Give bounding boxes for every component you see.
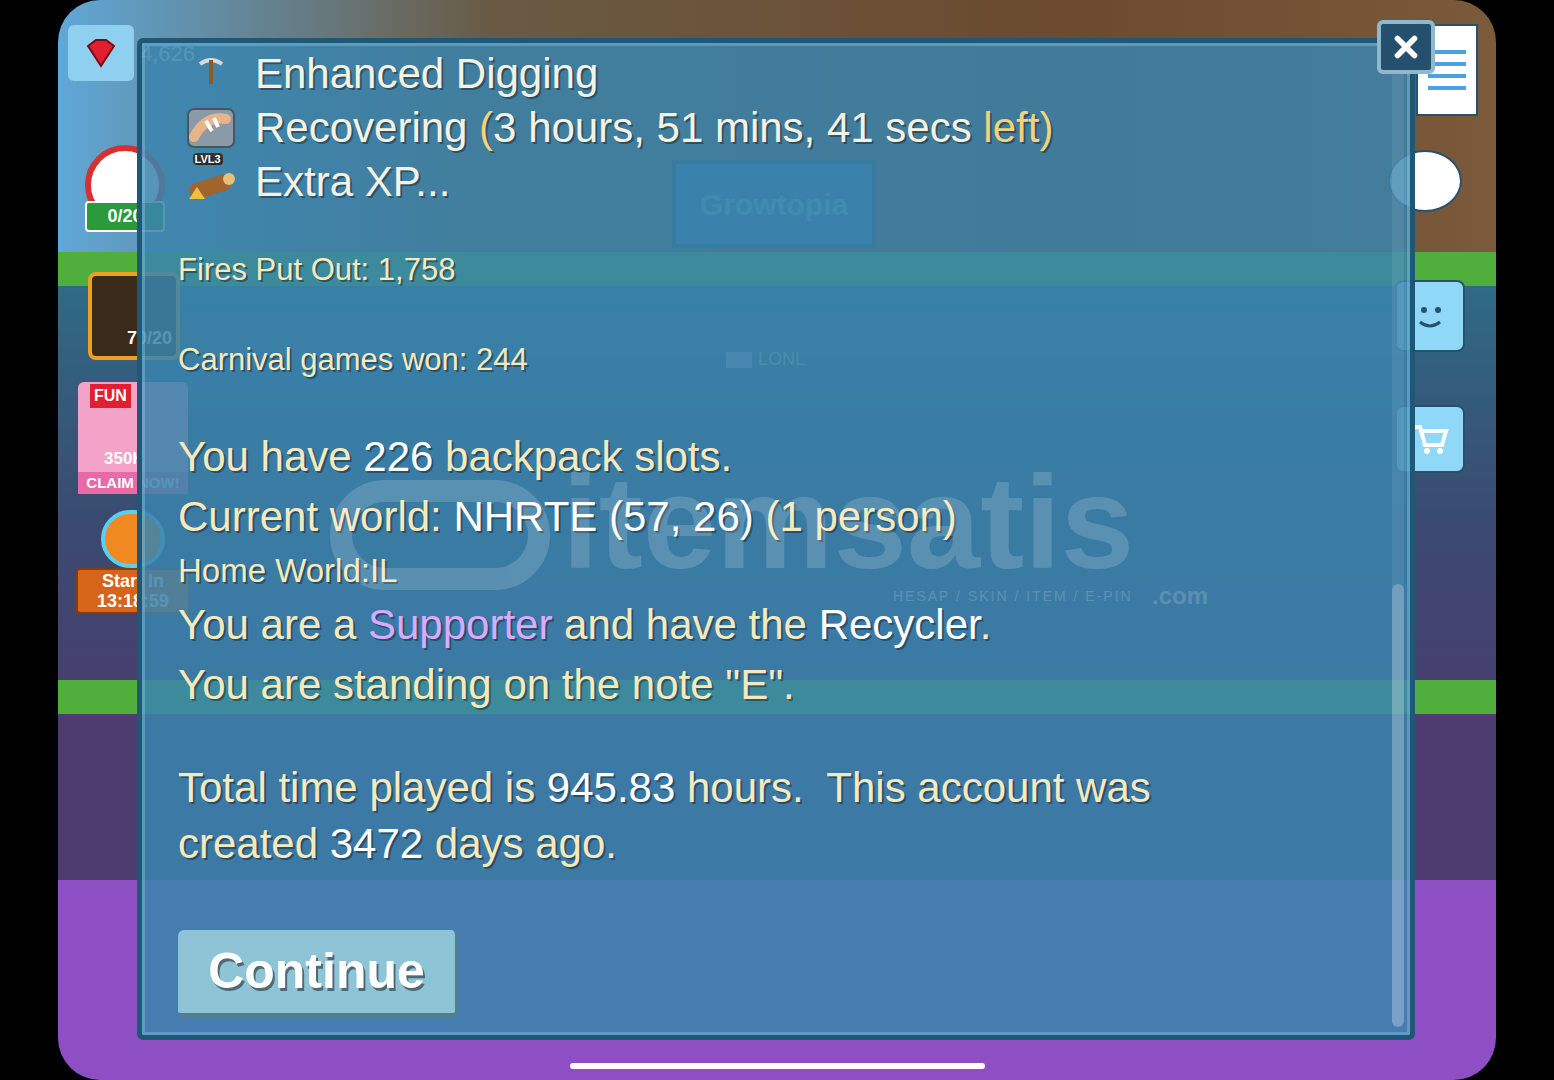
close-button[interactable] — [1377, 20, 1435, 74]
continue-button[interactable]: Continue — [178, 930, 458, 1018]
buff-row: Enhanced Digging — [178, 47, 1410, 101]
text-segment: 945.83 — [547, 764, 675, 811]
info-line: Home World:IL — [178, 547, 1410, 595]
dialog-content: Enhanced DiggingRecovering (3 hours, 51 … — [142, 43, 1410, 1018]
play-time-line: created 3472 days ago. — [178, 816, 1410, 872]
text-segment: 3 hours, 51 mins, 41 secs — [493, 104, 972, 151]
text-segment: You are standing on the note "E". — [178, 661, 795, 708]
text-segment: and have the — [552, 601, 818, 648]
text-segment: 3472 — [330, 820, 423, 867]
text-segment: backpack slots. — [433, 433, 732, 480]
stat-list: Fires Put Out: 1,758 Carnival games won: … — [178, 250, 1410, 380]
text-segment: ( — [479, 104, 493, 151]
scrollbar-track[interactable] — [1392, 63, 1404, 1027]
text-segment: (1 person) — [754, 493, 957, 540]
text-segment: created — [178, 820, 330, 867]
info-line: You have 226 backpack slots. — [178, 427, 1410, 487]
info-line: Current world: NHRTE (57, 26) (1 person) — [178, 487, 1410, 547]
buff-row: LVL3 Extra XP... — [178, 155, 1410, 209]
cart-icon — [1410, 421, 1450, 457]
text-segment: You are a — [178, 601, 368, 648]
text-segment: 226 — [363, 433, 433, 480]
scrollbar-thumb[interactable] — [1392, 584, 1404, 1027]
pickaxe-icon — [186, 54, 236, 94]
text-segment: You have — [178, 433, 363, 480]
text-segment: Recovering — [255, 104, 479, 151]
text-segment: hours. This account was — [675, 764, 1150, 811]
text-segment: Recycler — [819, 601, 980, 648]
event-tag: FUN — [90, 384, 131, 408]
info-line: You are a Supporter and have the Recycle… — [178, 595, 1410, 655]
text-segment: Total time played is — [178, 764, 547, 811]
close-icon — [1389, 30, 1423, 64]
text-segment: Extra XP... — [255, 158, 450, 205]
info-line: You are standing on the note "E". — [178, 655, 1410, 715]
stat-line: Fires Put Out: 1,758 — [178, 250, 1410, 290]
text-segment: Enhanced Digging — [255, 50, 598, 97]
text-segment: . — [980, 601, 992, 648]
watermark-logo-icon — [330, 480, 550, 590]
stat-line: Carnival games won: 244 — [178, 340, 1410, 380]
home-indicator[interactable] — [570, 1063, 985, 1069]
text-segment: left) — [972, 104, 1054, 151]
watermark: itemsatisHESAP / SKIN / ITEM / E-PIN.com — [330, 470, 1230, 610]
info-list: You have 226 backpack slots.Current worl… — [178, 427, 1410, 715]
smiley-icon — [1410, 296, 1450, 336]
play-time: Total time played is 945.83 hours. This … — [178, 760, 1410, 872]
text-segment: Supporter — [368, 601, 552, 648]
text-segment: NHRTE (57, 26) — [453, 493, 753, 540]
gem-icon — [84, 38, 118, 68]
bandaged-arm-icon — [186, 107, 236, 149]
text-segment: Home World:IL — [178, 552, 397, 589]
game-screen: GrowtopiaLONL4,6260/2070/20FUN350KCLAIM … — [0, 0, 1554, 1080]
text-segment: Current world: — [178, 493, 453, 540]
level-badge: LVL3 — [193, 153, 223, 165]
xp-icon: LVL3 — [185, 159, 237, 205]
buff-list: Enhanced DiggingRecovering (3 hours, 51 … — [178, 47, 1410, 209]
play-time-line: Total time played is 945.83 hours. This … — [178, 760, 1410, 816]
player-info-dialog: Enhanced DiggingRecovering (3 hours, 51 … — [137, 38, 1415, 1040]
text-segment: days ago. — [423, 820, 617, 867]
buff-row: Recovering (3 hours, 51 mins, 41 secs le… — [178, 101, 1410, 155]
